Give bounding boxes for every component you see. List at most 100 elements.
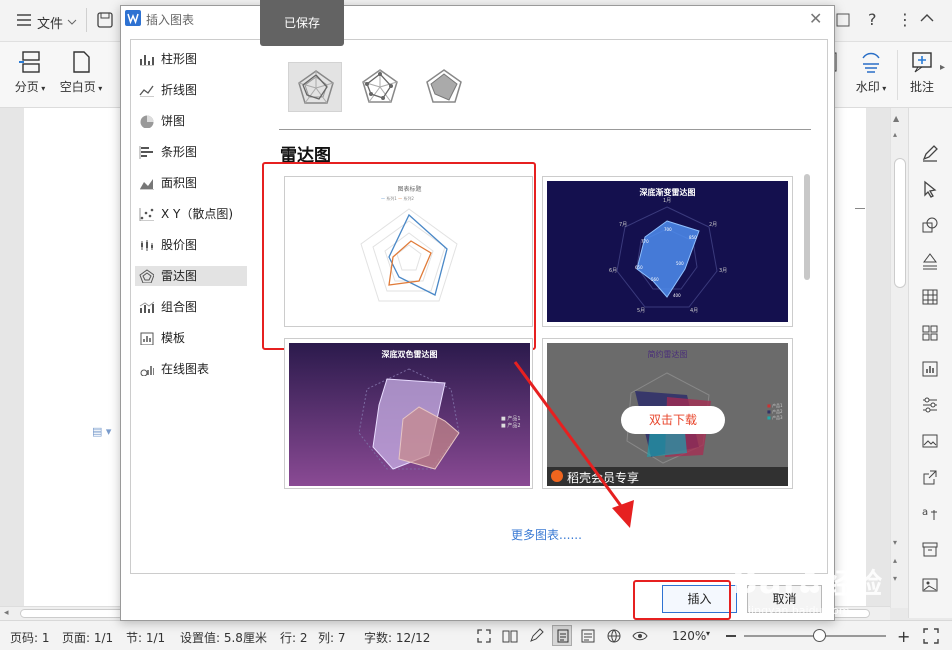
status-setting[interactable]: 设置值: 5.8厘米 (180, 629, 267, 646)
more-icon[interactable]: ⋮ (897, 10, 913, 29)
scroll-prev-icon[interactable]: ▴ (893, 556, 897, 565)
category-item-bar-chart[interactable]: 柱形图 (135, 49, 247, 69)
translate-icon[interactable]: a (921, 504, 939, 522)
thumb2-value-4: 400 (673, 293, 681, 298)
chart-icon[interactable] (921, 360, 939, 378)
category-item-line-chart[interactable]: 折线图 (135, 80, 247, 100)
category-item-online-chart[interactable]: 在线图表 (135, 359, 247, 379)
page-view-button[interactable] (552, 625, 572, 646)
pen-icon[interactable] (921, 144, 939, 162)
apps-icon[interactable] (921, 324, 939, 342)
share-icon[interactable] (921, 468, 939, 486)
scroll-down-icon[interactable]: ▾ (893, 538, 897, 547)
comment-button[interactable]: 批注 (905, 50, 939, 95)
radar-type-markers[interactable] (353, 62, 407, 112)
scroll-up-icon[interactable]: ▲ (893, 114, 899, 123)
paragraph-icon[interactable]: ▤ ▾ (92, 425, 111, 438)
category-item-stock-chart[interactable]: 股价图 (135, 235, 247, 255)
dialog-title: 插入图表 (146, 13, 195, 27)
close-icon[interactable]: ✕ (809, 9, 822, 28)
category-item-radar-chart[interactable]: 雷达图 (135, 266, 247, 286)
archive-icon[interactable] (921, 540, 939, 558)
outline-view-icon[interactable] (580, 628, 596, 644)
fit-window-icon[interactable] (922, 627, 940, 645)
category-label: 面积图 (161, 176, 198, 190)
fullscreen-icon[interactable] (476, 628, 492, 644)
radar-chart-icon (139, 269, 154, 283)
radar-template-4[interactable]: 简约雷达图 ■ 产品1 ■ 产品2 ■ 产品3 双击下载 稻壳会员专享 (542, 338, 793, 489)
zoom-level[interactable]: 120% (672, 629, 706, 643)
scroll-thumb[interactable] (894, 158, 906, 288)
scroll-next-icon[interactable]: ▾ (893, 574, 897, 583)
web-view-icon[interactable] (606, 628, 622, 644)
category-item-area-chart[interactable]: 面积图 (135, 173, 247, 193)
page-break-button[interactable]: 分页 ▾ (12, 50, 48, 95)
watermark-icon (862, 52, 880, 73)
category-item-hbar-chart[interactable]: 条形图 (135, 142, 247, 162)
status-page-number[interactable]: 页码: 1 (10, 629, 50, 646)
status-page[interactable]: 页面: 1/1 (62, 629, 113, 646)
watermark-button[interactable]: 水印 ▾ (850, 50, 892, 95)
help-icon[interactable]: ? (868, 10, 877, 29)
image-icon[interactable] (921, 432, 939, 450)
radar-type-basic[interactable] (288, 62, 342, 112)
watermark-brand: Bai (732, 562, 796, 602)
bar-chart-icon (140, 55, 154, 66)
scatter-chart-icon (139, 208, 154, 221)
saved-tooltip-text: 已保存 (283, 16, 320, 30)
chevron-down-icon[interactable] (67, 15, 77, 29)
window-layout-icon[interactable] (836, 12, 852, 31)
category-item-pie-chart[interactable]: 饼图 (135, 111, 247, 131)
cursor-icon[interactable] (921, 180, 939, 198)
radar-template-3[interactable]: 深底双色雷达图 ■ 产品1 ■ 产品2 (284, 338, 533, 489)
pie-chart-icon (140, 115, 154, 128)
docer-logo-icon (551, 470, 563, 482)
dialog-title-bar: 插入图表 ✕ (121, 6, 834, 32)
scroll-up2-icon[interactable]: ▴ (893, 130, 897, 139)
picture-icon[interactable] (921, 576, 939, 594)
thumb2-axis-1: 1月 (663, 198, 672, 204)
radar-template-2[interactable]: 深底渐变雷达图 1月 2月 3月 4月 5月 6月 7月 700 850 500 (542, 176, 793, 327)
write-mode-icon[interactable] (528, 628, 544, 644)
zoom-slider-handle[interactable] (813, 629, 826, 642)
zoom-in-icon[interactable]: + (897, 627, 910, 646)
category-item-combo-chart[interactable]: 组合图 (135, 297, 247, 317)
file-menu[interactable]: 文件 (37, 13, 63, 32)
shapes-icon[interactable] (921, 216, 939, 234)
fill-icon[interactable] (921, 252, 939, 270)
status-words[interactable]: 字数: 12/12 (364, 629, 430, 646)
zoom-dropdown-icon[interactable]: ▾ (706, 629, 710, 638)
ribbon-scroll-arrow[interactable]: ▸ (940, 62, 945, 73)
eye-protect-icon[interactable] (632, 628, 648, 644)
radar-type-filled[interactable] (417, 62, 471, 112)
template-scrollbar[interactable] (804, 174, 810, 280)
save-icon[interactable] (97, 12, 113, 31)
thumb2-value-7: 770 (641, 239, 649, 244)
category-label: 折线图 (161, 83, 198, 97)
thumb4-bg: 简约雷达图 ■ 产品1 ■ 产品2 ■ 产品3 双击下载 稻壳会员专享 (547, 343, 788, 486)
status-col[interactable]: 列: 7 (318, 629, 346, 646)
status-section[interactable]: 节: 1/1 (126, 629, 165, 646)
member-label: 稻壳会员专享 (567, 471, 640, 485)
zoom-out-icon[interactable] (726, 635, 736, 637)
thumb2-bg: 深底渐变雷达图 1月 2月 3月 4月 5月 6月 7月 700 850 500 (547, 181, 788, 322)
more-charts-link[interactable]: 更多图表...... (511, 526, 582, 543)
settings-sliders-icon[interactable] (921, 396, 939, 414)
category-label: 模板 (161, 331, 186, 345)
read-mode-icon[interactable] (502, 628, 518, 644)
scroll-left-icon[interactable]: ◂ (4, 608, 9, 618)
double-click-download-button[interactable]: 双击下载 (621, 406, 725, 434)
status-row[interactable]: 行: 2 (280, 629, 308, 646)
blank-page-button[interactable]: 空白页 ▾ (58, 50, 104, 95)
comment-icon (912, 52, 932, 73)
menu-icon[interactable] (16, 13, 32, 27)
thumb4-legend: ■ 产品1 ■ 产品2 ■ 产品3 (767, 403, 783, 420)
table-icon[interactable] (921, 288, 939, 306)
category-item-template[interactable]: 模板 (135, 328, 247, 348)
category-item-scatter-chart[interactable]: X Y（散点图) (135, 204, 247, 224)
thumb2-axis-6: 6月 (609, 268, 618, 274)
vertical-scrollbar[interactable]: ▲ ▴ ▾ ▴ ▾ (890, 108, 908, 608)
chart-category-list: 柱形图折线图饼图条形图面积图 X Y（散点图) 股价图雷达图组合图模板在线图表 (130, 39, 260, 574)
radar-filled-icon (426, 69, 462, 103)
collapse-icon[interactable] (920, 12, 934, 26)
